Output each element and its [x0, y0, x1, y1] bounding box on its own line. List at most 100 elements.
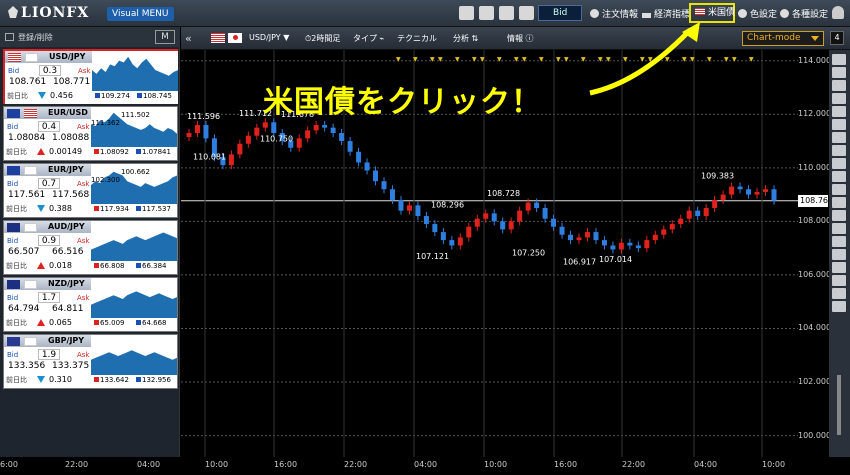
ray-icon[interactable]: [832, 132, 846, 143]
fib-icon[interactable]: [832, 184, 846, 195]
watchlist-item[interactable]: AUD/JPY Bid 0.9 Ask 66.507 66.516 前日比 0.…: [3, 220, 178, 275]
candle: [381, 181, 387, 190]
channel-icon[interactable]: [832, 171, 846, 182]
technical-select[interactable]: テクニカル: [397, 33, 437, 44]
chart-type-select[interactable]: タイプ ⌁: [353, 33, 384, 44]
ask-price[interactable]: 66.516: [52, 247, 84, 257]
info-icon: [590, 9, 599, 18]
bid-price[interactable]: 64.794: [8, 304, 40, 314]
settings-menu[interactable]: 各種設定: [780, 7, 828, 20]
candle: [737, 186, 743, 190]
chart-icon[interactable]: [832, 301, 846, 312]
bid-price[interactable]: 66.507: [8, 247, 40, 257]
candle: [652, 234, 658, 241]
bid-price[interactable]: 117.561: [8, 190, 45, 200]
mini-chart[interactable]: 65.009 64.668: [91, 278, 177, 331]
panel-number[interactable]: 4: [830, 31, 844, 45]
ask-price[interactable]: 64.811: [52, 304, 84, 314]
ask-price[interactable]: 133.375: [52, 361, 89, 371]
time-tick-label: 10:00: [762, 460, 786, 469]
crosshair-icon[interactable]: [832, 67, 846, 78]
change-arrow-icon: [37, 148, 45, 155]
mini-low-label: 111.362: [91, 119, 120, 127]
export-icon[interactable]: [479, 6, 494, 20]
ask-price[interactable]: 1.08088: [52, 133, 89, 143]
mini-chart[interactable]: 100.662 102.300 117.934 117.537: [91, 164, 177, 217]
event-marker-icon: ▼: [396, 56, 401, 63]
mode-button[interactable]: M: [155, 30, 175, 44]
color-settings-menu[interactable]: 色設定: [738, 7, 777, 20]
bid-price[interactable]: 1.08084: [8, 133, 45, 143]
order-info-menu[interactable]: 注文情報: [590, 7, 638, 20]
economic-indicator-menu[interactable]: 経済指標: [642, 7, 690, 20]
candle: [508, 221, 514, 230]
rect-icon[interactable]: [832, 249, 846, 260]
low-marker-icon: [94, 377, 99, 382]
import-icon[interactable]: [459, 6, 474, 20]
collapse-panel-icon[interactable]: «: [185, 32, 192, 45]
visual-menu-button[interactable]: Visual MENU: [107, 7, 174, 21]
watchlist-item[interactable]: GBP/JPY Bid 1.9 Ask 133.356 133.375 前日比 …: [3, 334, 178, 389]
ask-price[interactable]: 108.771: [53, 77, 90, 87]
watchlist-item[interactable]: USD/JPY Bid 0.3 Ask 108.761 108.771 前日比 …: [3, 49, 178, 104]
bid-price[interactable]: 133.356: [8, 361, 45, 371]
bid-price[interactable]: 108.761: [9, 77, 46, 87]
candle: [542, 207, 548, 219]
register-delete-link[interactable]: 登録/削除: [18, 32, 53, 43]
watchlist-item[interactable]: NZD/JPY Bid 1.7 Ask 64.794 64.811 前日比 0.…: [3, 277, 178, 332]
close-icon[interactable]: [832, 93, 846, 104]
timeframe-select[interactable]: ⏱2時間足: [305, 33, 340, 44]
grid-icon: [5, 33, 14, 41]
current-price-tag: 108.768: [798, 194, 834, 207]
print-icon[interactable]: [499, 6, 514, 20]
analysis-select[interactable]: 分析 ⇅: [453, 33, 478, 44]
mini-chart[interactable]: 66.808 66.384: [91, 221, 177, 274]
price-annotation: 109.383: [701, 171, 734, 180]
mini-chart[interactable]: 133.642 132.956: [91, 335, 177, 388]
save-icon[interactable]: [519, 6, 534, 20]
text-icon[interactable]: [832, 210, 846, 221]
lock-icon[interactable]: [832, 275, 846, 286]
candle: [364, 162, 370, 171]
candle: [618, 242, 624, 250]
change-value: 0.310: [49, 375, 72, 384]
low-marker-icon: [94, 320, 99, 325]
watchlist-item[interactable]: EUR/JPY Bid 0.7 Ask 117.561 117.568 前日比 …: [3, 163, 178, 218]
layers-icon[interactable]: [832, 288, 846, 299]
candle: [305, 130, 311, 139]
user-icon[interactable]: [832, 6, 844, 19]
candle: [754, 191, 760, 195]
event-marker-icon: ▼: [581, 56, 586, 63]
mini-chart[interactable]: 109.274 108.745: [92, 51, 178, 104]
price-annotation: 108.728: [487, 189, 520, 198]
us-treasury-button[interactable]: 米国債: [689, 3, 735, 23]
price-tick-label: 108.000: [798, 216, 832, 226]
eraser-icon[interactable]: [832, 262, 846, 273]
hline-icon[interactable]: [832, 145, 846, 156]
cycle-icon[interactable]: [832, 197, 846, 208]
change-arrow-icon: [37, 319, 45, 326]
candle: [398, 199, 404, 211]
mini-low: 1.08092: [94, 148, 129, 156]
cursor-icon[interactable]: [832, 54, 846, 65]
mini-chart[interactable]: 111.502 111.362 1.08092 1.07841: [91, 107, 177, 160]
pen-icon[interactable]: [832, 119, 846, 130]
mini-high-label: 100.662: [121, 168, 150, 176]
ask-price[interactable]: 117.568: [52, 190, 89, 200]
circle-icon[interactable]: [832, 236, 846, 247]
info-button[interactable]: 情報 ⓘ: [507, 33, 534, 44]
symbol-select[interactable]: USD/JPY ▼: [249, 33, 289, 42]
vline-icon[interactable]: [832, 158, 846, 169]
event-marker-icon: ▼: [665, 56, 670, 63]
price-type-select[interactable]: Bid: [538, 5, 582, 21]
line-icon[interactable]: [832, 106, 846, 117]
prev-day-label: 前日比: [6, 319, 27, 327]
arrow-icon[interactable]: [832, 223, 846, 234]
pair-info: EUR/JPY Bid 0.7 Ask 117.561 117.568 前日比 …: [4, 164, 91, 217]
ask-label: Ask: [77, 294, 90, 302]
chart-mode-select[interactable]: Chart-mode: [742, 31, 824, 46]
time-tick-label: 16:00: [274, 460, 298, 469]
zoom-icon[interactable]: [832, 80, 846, 91]
watchlist-item[interactable]: EUR/USD Bid 0.4 Ask 1.08084 1.08088 前日比 …: [3, 106, 178, 161]
zoom-slider[interactable]: [837, 375, 841, 435]
